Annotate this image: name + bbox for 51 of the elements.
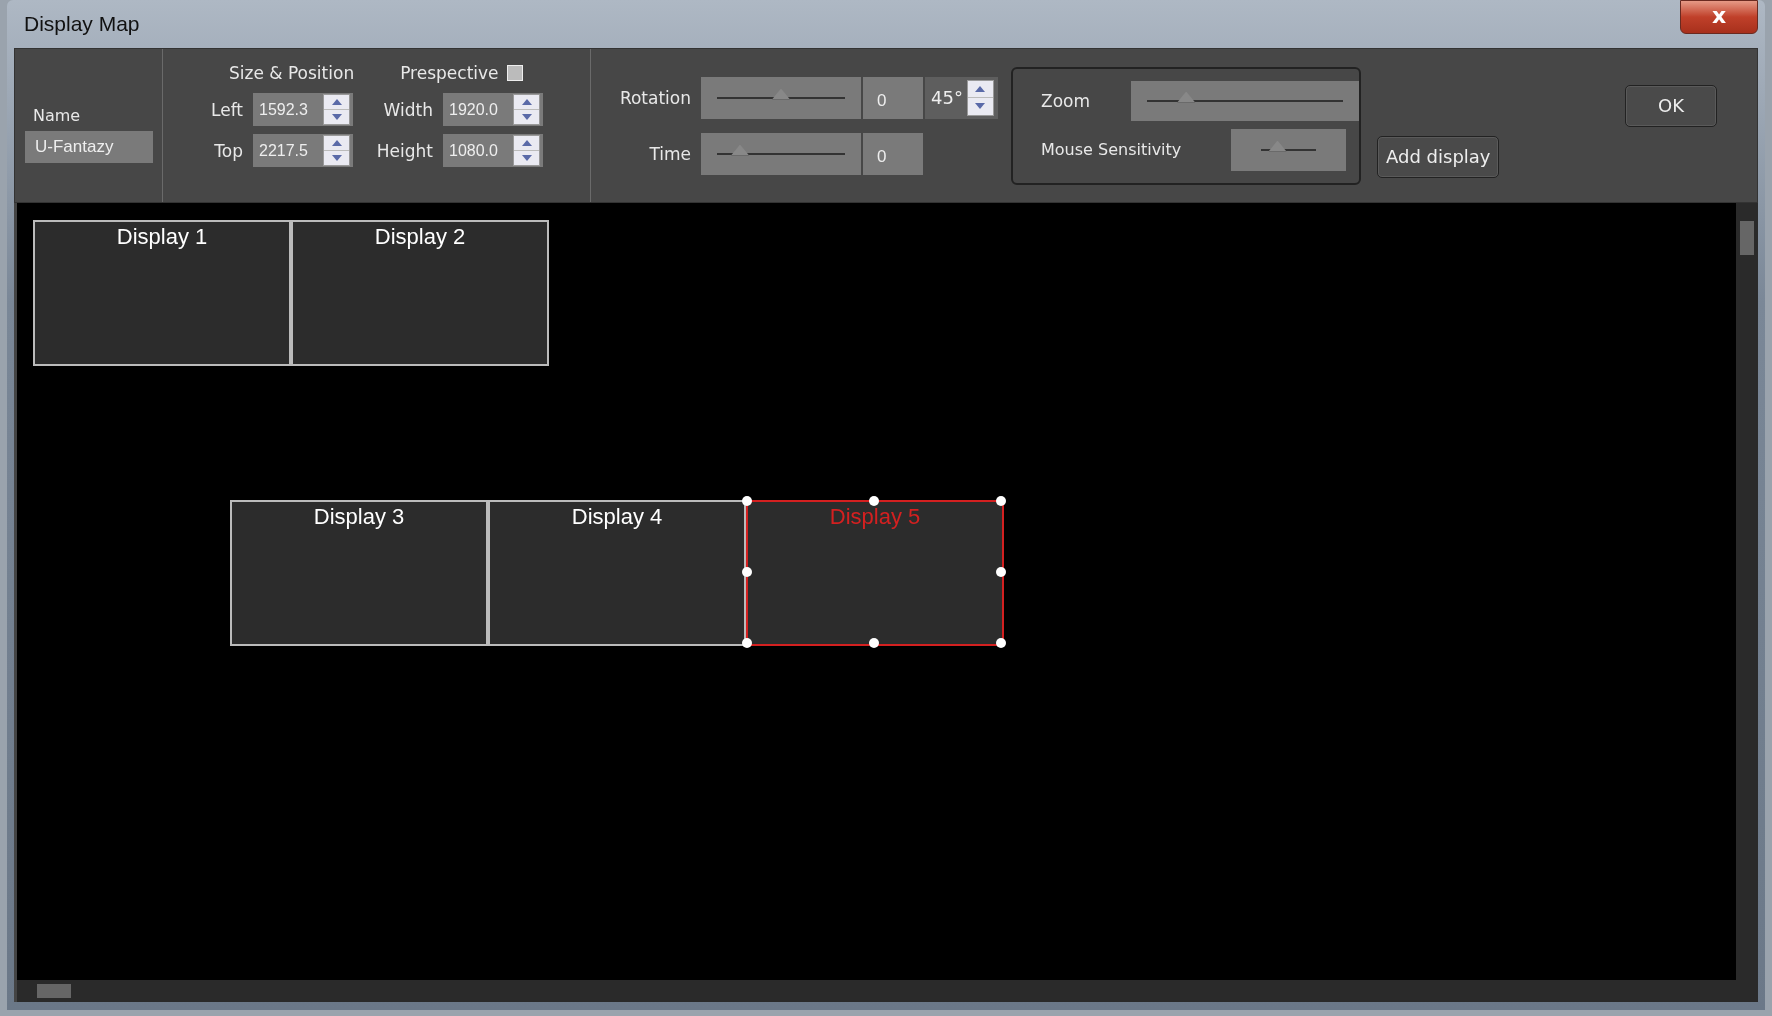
add-display-button[interactable]: Add display	[1377, 135, 1500, 178]
mouse-sensitivity-slider[interactable]	[1231, 128, 1346, 171]
zoom-label: Zoom	[1041, 90, 1091, 111]
rotation-slider[interactable]	[701, 76, 861, 119]
display-label: Display 3	[313, 504, 405, 531]
perspective-label: Prespective	[400, 63, 499, 83]
name-label: Name	[32, 106, 82, 125]
spinner-control[interactable]	[323, 94, 350, 125]
display-label: Display 1	[116, 224, 208, 251]
display-rectangle[interactable]: Display 2	[291, 220, 549, 366]
vertical-scrollbar[interactable]	[1736, 203, 1758, 980]
size-position-label: Size & Position	[229, 63, 355, 83]
perspective-checkbox[interactable]	[506, 65, 523, 81]
close-button[interactable]: x	[1680, 0, 1758, 34]
field-label: Left	[210, 99, 243, 120]
number-field[interactable]: 1920.0	[443, 93, 543, 126]
time-label: Time	[648, 143, 691, 164]
horizontal-scrollbar[interactable]	[17, 980, 1758, 1002]
number-field[interactable]: 2217.5	[253, 134, 353, 167]
resize-handle[interactable]	[869, 496, 879, 506]
display-label: Display 2	[374, 224, 466, 251]
display-label: Display 4	[571, 504, 663, 531]
number-field[interactable]: 1592.3	[253, 93, 353, 126]
number-field[interactable]: 1080.0	[443, 134, 543, 167]
display-label: Display 5	[829, 504, 921, 531]
resize-handle[interactable]	[996, 567, 1006, 577]
spinner-control[interactable]	[323, 135, 350, 166]
resize-handle[interactable]	[996, 638, 1006, 648]
field-label: Width	[382, 99, 433, 120]
resize-handle[interactable]	[742, 567, 752, 577]
field-label: Height	[375, 140, 433, 161]
name-field[interactable]: U-Fantazy	[25, 131, 153, 163]
angle-field[interactable]: 45°	[925, 76, 998, 119]
spinner-control[interactable]	[513, 94, 540, 125]
display-rectangle[interactable]: Display 3	[230, 500, 488, 646]
spinner-control[interactable]	[513, 135, 540, 166]
zoom-slider[interactable]	[1131, 80, 1359, 121]
mouse-sensitivity-label: Mouse Sensitivity	[1041, 140, 1183, 159]
display-rectangle[interactable]: Display 4	[488, 500, 746, 646]
time-slider[interactable]	[701, 132, 861, 175]
resize-handle[interactable]	[742, 638, 752, 648]
time-field[interactable]: 0	[863, 132, 923, 175]
resize-handle[interactable]	[996, 496, 1006, 506]
resize-handle[interactable]	[869, 638, 879, 648]
display-rectangle[interactable]: Display 1	[33, 220, 291, 366]
rotation-label: Rotation	[618, 87, 691, 108]
rotation-field[interactable]: 0	[863, 76, 923, 119]
resize-handle[interactable]	[742, 496, 752, 506]
field-label: Top	[213, 140, 243, 161]
ok-button[interactable]: OK	[1625, 84, 1717, 127]
window-title: Display Map	[23, 12, 140, 36]
